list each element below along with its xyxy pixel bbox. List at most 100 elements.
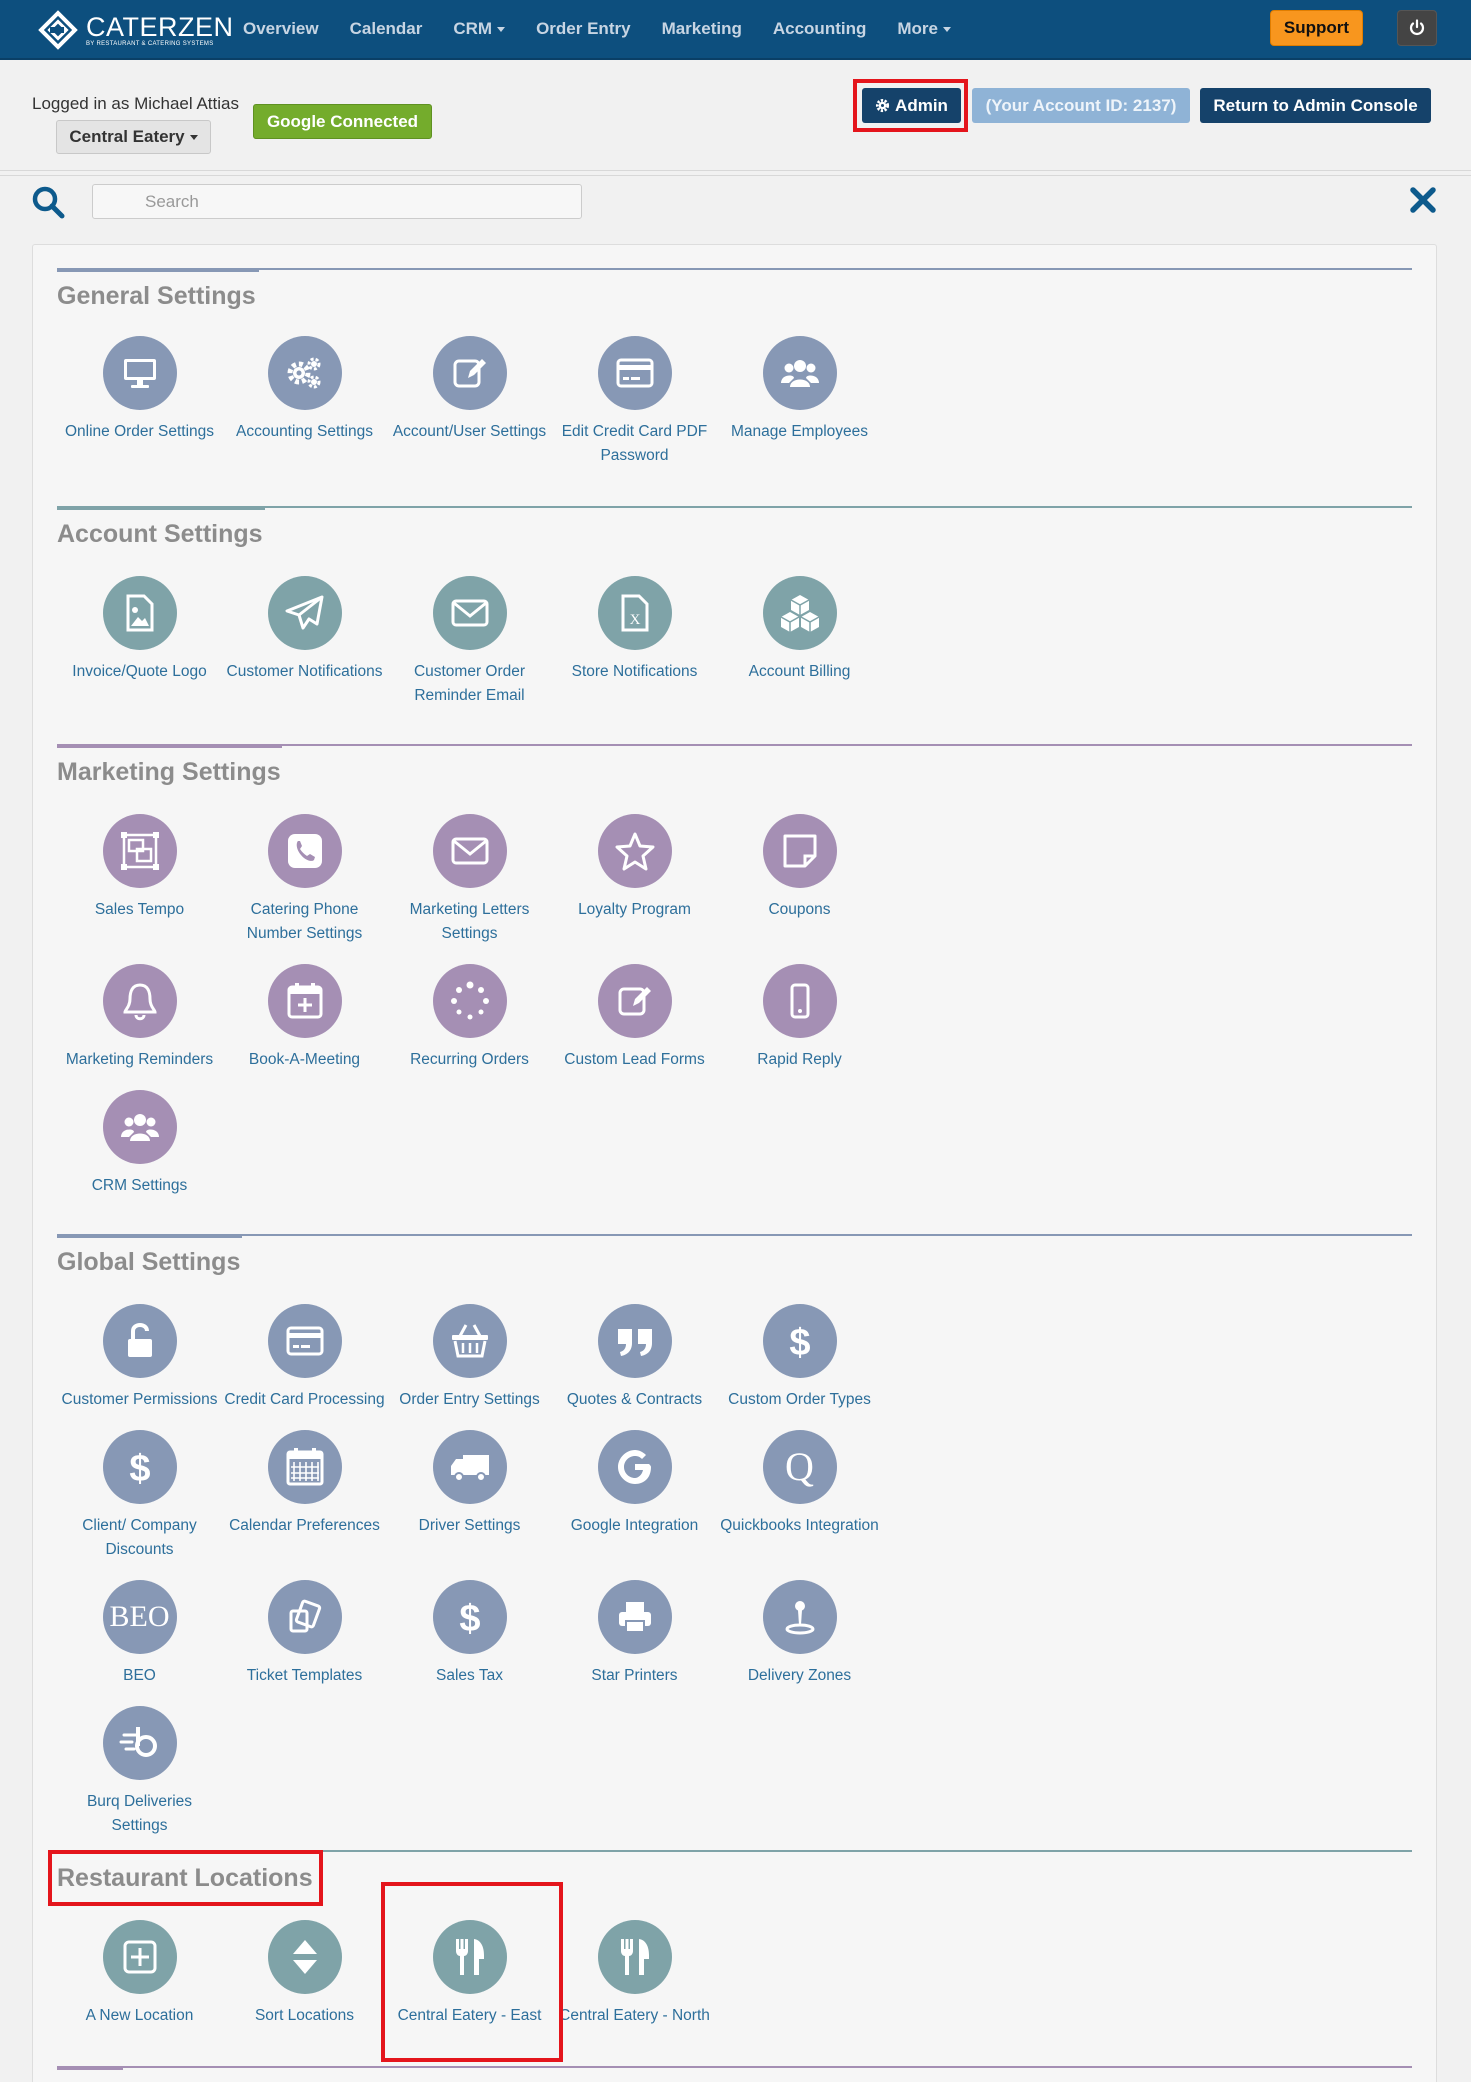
- tile-label: Manage Employees: [731, 423, 868, 440]
- excel-file-icon: [597, 576, 672, 650]
- tile-order-entry-settings[interactable]: Order Entry Settings: [387, 1304, 552, 1412]
- tile-label: Burq Deliveries Settings: [86, 1793, 193, 1834]
- tile-account-user-settings[interactable]: Account/User Settings: [387, 336, 552, 444]
- tile-marketing-reminders[interactable]: Marketing Reminders: [57, 964, 222, 1072]
- section-marketing-settings: Marketing Settings Sales Tempo Catering …: [57, 744, 1412, 1194]
- tile-label: Sort Locations: [254, 2007, 355, 2024]
- tile-custom-order-types[interactable]: Custom Order Types: [717, 1304, 882, 1412]
- tile-store-notifications[interactable]: Store Notifications: [552, 576, 717, 684]
- quote-icon: [597, 1304, 672, 1378]
- nav-order-entry-label: Order Entry: [536, 19, 631, 38]
- tile-central-eatery-north[interactable]: Central Eatery - North: [552, 1920, 717, 2028]
- search-icon[interactable]: [30, 184, 66, 220]
- section-accent: [57, 268, 259, 272]
- return-to-admin-console-button[interactable]: Return to Admin Console: [1200, 88, 1431, 123]
- google-connected-button[interactable]: Google Connected: [253, 104, 432, 139]
- tile-label: Marketing Reminders: [65, 1051, 214, 1068]
- brand-name: CATERZEN: [86, 12, 234, 42]
- tile-label: Google Integration: [570, 1517, 699, 1534]
- tile-recurring-orders[interactable]: Recurring Orders: [387, 964, 552, 1072]
- section-global-settings: Global Settings Customer Permissions Cre…: [57, 1234, 1412, 1834]
- credit-card-icon: [267, 1304, 342, 1378]
- tile-label: Custom Lead Forms: [564, 1051, 705, 1068]
- tile-book-a-meeting[interactable]: Book-A-Meeting: [222, 964, 387, 1072]
- section-accent: [57, 744, 282, 748]
- tile-quotes-contracts[interactable]: Quotes & Contracts: [552, 1304, 717, 1412]
- tile-custom-lead-forms[interactable]: Custom Lead Forms: [552, 964, 717, 1072]
- nav-order-entry[interactable]: Order Entry: [536, 19, 630, 39]
- tile-ticket-templates[interactable]: Ticket Templates: [222, 1580, 387, 1688]
- tile-label: Invoice/Quote Logo: [72, 663, 207, 680]
- tile-crm-settings[interactable]: CRM Settings: [57, 1090, 222, 1198]
- tile-label: Calendar Preferences: [229, 1517, 380, 1534]
- tile-sales-tempo[interactable]: Sales Tempo: [57, 814, 222, 922]
- logout-button[interactable]: [1397, 10, 1437, 46]
- nav-more[interactable]: More: [897, 19, 951, 39]
- tile-customer-order-reminder-email[interactable]: Customer Order Reminder Email: [387, 576, 552, 708]
- tile-account-billing[interactable]: Account Billing: [717, 576, 882, 684]
- tile-coupons[interactable]: Coupons: [717, 814, 882, 922]
- section-rule: [57, 1234, 1412, 1236]
- tile-driver-settings[interactable]: Driver Settings: [387, 1430, 552, 1538]
- shopping-basket-icon: [432, 1304, 507, 1378]
- tile-customer-permissions[interactable]: Customer Permissions: [57, 1304, 222, 1412]
- caterzen-logo-icon: [38, 10, 78, 50]
- tile-label: Central Eatery - North: [559, 2007, 710, 2024]
- tile-label: Quotes & Contracts: [566, 1391, 703, 1408]
- tile-catering-phone-number-settings[interactable]: Catering Phone Number Settings: [222, 814, 387, 946]
- tile-online-order-settings[interactable]: Online Order Settings: [57, 336, 222, 444]
- tile-label: Order Entry Settings: [399, 1391, 540, 1408]
- calendar-icon: [267, 1430, 342, 1504]
- tile-edit-credit-card-pdf-password[interactable]: Edit Credit Card PDF Password: [552, 336, 717, 468]
- tile-beo[interactable]: BEO BEO: [57, 1580, 222, 1688]
- tile-sales-tax[interactable]: Sales Tax: [387, 1580, 552, 1688]
- google-icon: [597, 1430, 672, 1504]
- nav-overview[interactable]: Overview: [243, 19, 319, 39]
- tile-label: Quickbooks Integration: [720, 1517, 879, 1534]
- tile-rapid-reply[interactable]: Rapid Reply: [717, 964, 882, 1072]
- support-button[interactable]: Support: [1270, 10, 1363, 46]
- envelope-icon: [432, 576, 507, 650]
- tile-label: Client/ Company Discounts: [82, 1517, 197, 1558]
- beo-icon: BEO: [102, 1580, 177, 1654]
- tile-loyalty-program[interactable]: Loyalty Program: [552, 814, 717, 922]
- nav-calendar[interactable]: Calendar: [350, 19, 423, 39]
- tile-star-printers[interactable]: Star Printers: [552, 1580, 717, 1688]
- sticky-note-icon: [762, 814, 837, 888]
- nav-crm[interactable]: CRM: [453, 19, 506, 39]
- tile-burq-deliveries-settings[interactable]: Burq Deliveries Settings: [57, 1706, 222, 1838]
- edit-icon: [597, 964, 672, 1038]
- tile-label: Driver Settings: [418, 1517, 521, 1534]
- tile-calendar-preferences[interactable]: Calendar Preferences: [222, 1430, 387, 1538]
- tile-a-new-location[interactable]: A New Location: [57, 1920, 222, 2028]
- brand-logo[interactable]: CATERZEN by RESTAURANT & CATERING SYSTEM…: [38, 10, 234, 50]
- caret-down-icon: [189, 134, 198, 140]
- nav-more-label: More: [897, 19, 938, 38]
- tile-credit-card-processing[interactable]: Credit Card Processing: [222, 1304, 387, 1412]
- tile-delivery-zones[interactable]: Delivery Zones: [717, 1580, 882, 1688]
- nav-marketing[interactable]: Marketing: [662, 19, 742, 39]
- printer-icon: [597, 1580, 672, 1654]
- tile-google-integration[interactable]: Google Integration: [552, 1430, 717, 1538]
- tile-manage-employees[interactable]: Manage Employees: [717, 336, 882, 444]
- tile-label: Customer Order Reminder Email: [413, 663, 526, 704]
- tile-accounting-settings[interactable]: Accounting Settings: [222, 336, 387, 444]
- unlock-icon: [102, 1304, 177, 1378]
- search-input[interactable]: [92, 184, 582, 219]
- section-rule: [57, 268, 1412, 270]
- tile-label: Star Printers: [591, 1667, 678, 1684]
- tile-sort-locations[interactable]: Sort Locations: [222, 1920, 387, 2028]
- nav-accounting[interactable]: Accounting: [773, 19, 867, 39]
- tile-label: Rapid Reply: [757, 1051, 842, 1068]
- nav-overview-label: Overview: [243, 19, 319, 38]
- edit-icon: [432, 336, 507, 410]
- tile-label: Loyalty Program: [578, 901, 691, 918]
- section-title: Global Settings: [57, 1248, 241, 1276]
- tile-quickbooks-integration[interactable]: Q Quickbooks Integration: [717, 1430, 882, 1538]
- tile-customer-notifications[interactable]: Customer Notifications: [222, 576, 387, 684]
- location-dropdown[interactable]: Central Eatery: [56, 120, 211, 154]
- tile-client-company-discounts[interactable]: Client/ Company Discounts: [57, 1430, 222, 1562]
- tile-marketing-letters-settings[interactable]: Marketing Letters Settings: [387, 814, 552, 946]
- close-icon[interactable]: [1409, 186, 1437, 214]
- tile-invoice-quote-logo[interactable]: Invoice/Quote Logo: [57, 576, 222, 684]
